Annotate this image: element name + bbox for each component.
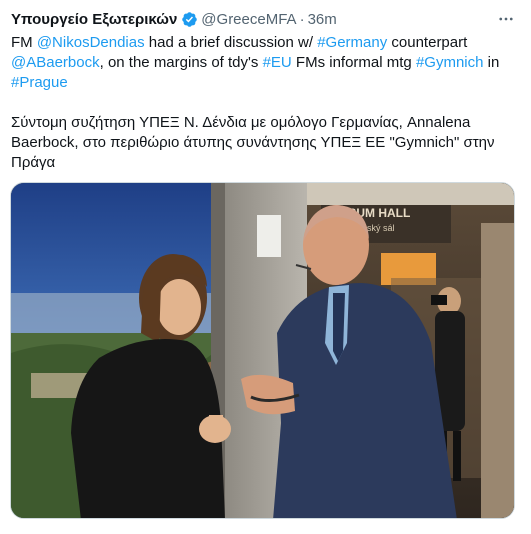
mention-link[interactable]: @ABaerbock bbox=[11, 54, 100, 71]
tweet-text-segment: in bbox=[483, 54, 500, 71]
tweet-text-segment: had a brief discussion w/ bbox=[144, 34, 318, 51]
tweet-text-segment: counterpart bbox=[387, 34, 468, 51]
author-handle[interactable]: @GreeceMFA bbox=[201, 11, 296, 28]
tweet-text: FM @NikosDendias had a brief discussion … bbox=[11, 33, 516, 173]
tweet-photo[interactable]: FORUM HALL orenský sál bbox=[10, 182, 515, 519]
tweet-text-segment: FMs informal mtg bbox=[291, 54, 416, 71]
mention-link[interactable]: @NikosDendias bbox=[37, 34, 145, 51]
author-name[interactable]: Υπουργείο Εξωτερικών bbox=[11, 11, 177, 28]
tweet-text-greek: Σύντομη συζήτηση ΥΠΕΞ Ν. Δένδια με ομόλο… bbox=[11, 114, 495, 171]
hashtag-link[interactable]: #Prague bbox=[11, 74, 68, 91]
tweet-text-segment: , on the margins of tdy's bbox=[99, 54, 263, 71]
tweet[interactable]: Υπουργείο Εξωτερικών @GreeceMFA · 36m FM… bbox=[0, 0, 531, 534]
tweet-header: Υπουργείο Εξωτερικών @GreeceMFA · 36m bbox=[11, 9, 520, 29]
tweet-text-english: FM @NikosDendias had a brief discussion … bbox=[11, 33, 516, 93]
hashtag-link[interactable]: #Gymnich bbox=[416, 54, 484, 71]
timestamp[interactable]: 36m bbox=[308, 11, 337, 28]
separator-dot: · bbox=[299, 10, 305, 28]
hashtag-link[interactable]: #Germany bbox=[317, 34, 387, 51]
photo-scene: FORUM HALL orenský sál bbox=[11, 183, 514, 518]
hashtag-link[interactable]: #EU bbox=[263, 54, 292, 71]
more-horizontal-icon[interactable] bbox=[494, 7, 518, 31]
tweet-text-segment: FM bbox=[11, 34, 37, 51]
verified-badge-icon bbox=[181, 11, 198, 28]
